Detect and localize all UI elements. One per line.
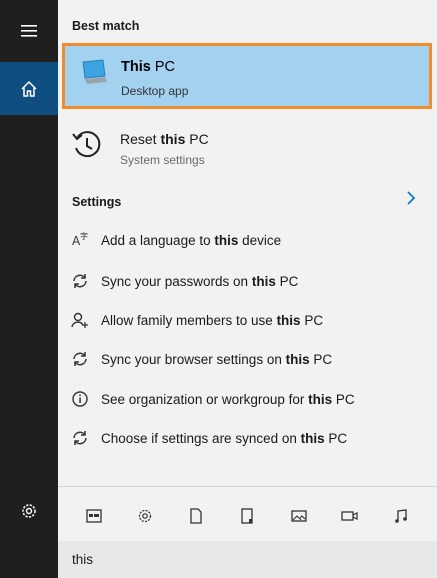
settings-item-add-language[interactable]: A字 Add a language to this device	[70, 225, 430, 255]
documents-filter-button[interactable]	[182, 502, 210, 530]
computer-icon	[81, 58, 109, 91]
person-add-icon	[70, 310, 90, 330]
settings-item-label: Sync your passwords on this PC	[101, 273, 299, 289]
best-match-heading: Best match	[72, 19, 140, 33]
chevron-right-icon	[407, 191, 416, 205]
settings-icon	[138, 509, 152, 523]
settings-item-family-members[interactable]: Allow family members to use this PC	[70, 305, 430, 335]
reset-title: Reset this PC	[120, 131, 209, 147]
gear-icon	[22, 504, 36, 518]
settings-item-sync-passwords[interactable]: Sync your passwords on this PC	[70, 266, 430, 296]
hamburger-icon	[21, 25, 37, 37]
sync-icon	[70, 428, 90, 448]
documents-icon	[190, 508, 202, 524]
info-icon	[70, 389, 90, 409]
sync-icon	[70, 349, 90, 369]
music-filter-button[interactable]	[387, 502, 415, 530]
home-icon	[21, 80, 37, 97]
best-match-subtitle: Desktop app	[121, 84, 189, 98]
taskbar-rail	[0, 0, 58, 578]
best-match-item[interactable]: This PC Desktop app	[62, 43, 432, 109]
search-input[interactable]: this	[72, 552, 93, 567]
settings-item-sync-browser[interactable]: Sync your browser settings on this PC	[70, 344, 430, 374]
search-filter-bar	[58, 496, 437, 536]
settings-item-label: See organization or workgroup for this P…	[101, 391, 355, 407]
divider	[58, 486, 437, 487]
settings-button[interactable]	[0, 488, 58, 534]
settings-item-label: Choose if settings are synced on this PC	[101, 430, 348, 446]
best-match-title: This PC	[121, 59, 175, 75]
history-icon	[72, 131, 101, 158]
search-box[interactable]: this	[58, 541, 437, 578]
settings-item-organization[interactable]: See organization or workgroup for this P…	[70, 384, 430, 414]
apps-filter-button[interactable]	[80, 502, 108, 530]
reset-subtitle: System settings	[120, 153, 205, 167]
sync-icon	[70, 271, 90, 291]
settings-item-sync-choose[interactable]: Choose if settings are synced on this PC	[70, 423, 430, 453]
folders-filter-button[interactable]	[233, 502, 261, 530]
settings-item-label: Add a language to this device	[101, 232, 282, 248]
videos-icon	[341, 511, 358, 521]
settings-item-label: Allow family members to use this PC	[101, 312, 324, 328]
settings-expand-chevron[interactable]	[406, 190, 416, 211]
language-icon: A字	[70, 230, 90, 250]
svg-text:字: 字	[80, 231, 88, 241]
home-button[interactable]	[0, 62, 58, 115]
music-icon	[395, 509, 408, 523]
hamburger-menu-button[interactable]	[0, 8, 58, 54]
folders-icon	[241, 508, 254, 524]
settings-item-label: Sync your browser settings on this PC	[101, 351, 333, 367]
videos-filter-button[interactable]	[336, 502, 364, 530]
photos-filter-button[interactable]	[285, 502, 313, 530]
settings-filter-button[interactable]	[131, 502, 159, 530]
settings-heading: Settings	[72, 195, 122, 209]
apps-icon	[85, 509, 102, 523]
photos-icon	[291, 510, 307, 522]
